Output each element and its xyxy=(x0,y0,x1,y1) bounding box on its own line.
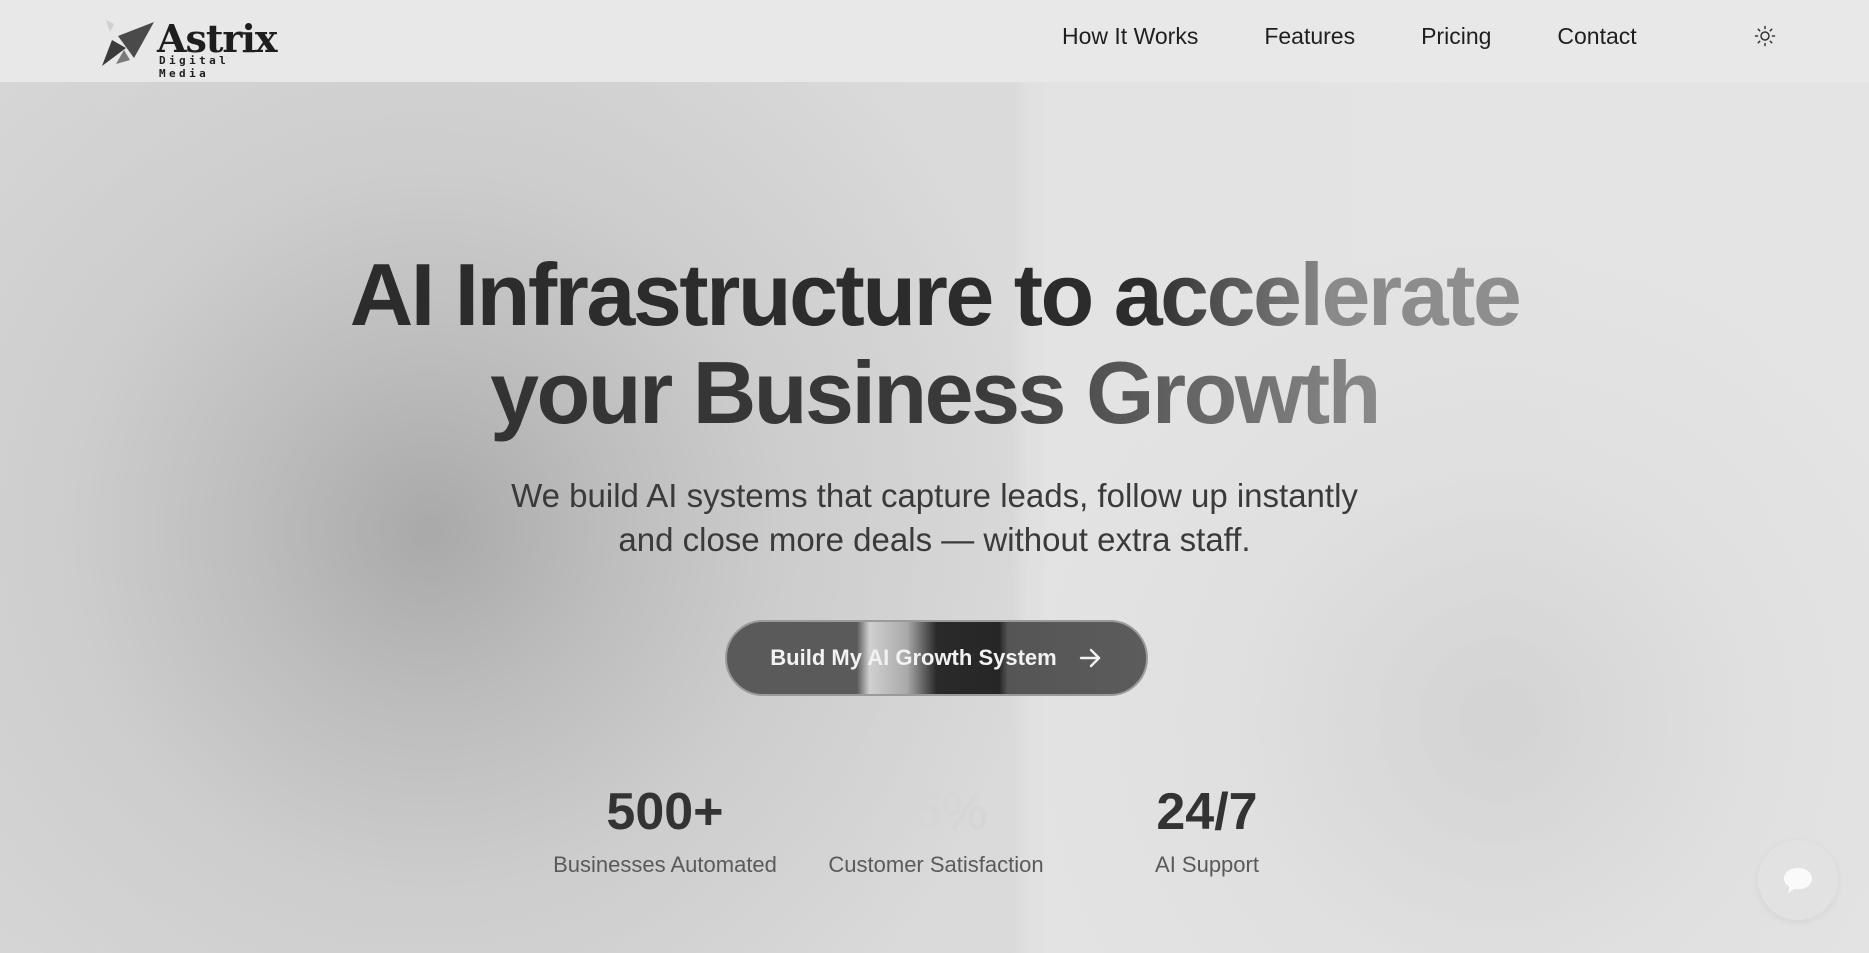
stat-ai-support: 24/7 AI Support xyxy=(1072,780,1342,880)
stat-label: Businesses Automated xyxy=(553,852,777,877)
theme-toggle-button[interactable] xyxy=(1753,24,1777,48)
stat-value: 95% xyxy=(883,783,989,841)
stat-label: AI Support xyxy=(1155,852,1259,877)
nav-contact[interactable]: Contact xyxy=(1557,20,1636,52)
hero-subtitle-line-2: and close more deals — without extra sta… xyxy=(618,521,1251,558)
build-ai-growth-system-button[interactable]: Build My AI Growth System xyxy=(725,620,1148,696)
cta-label: Build My AI Growth System xyxy=(770,645,1057,670)
stat-businesses-automated: 500+ Businesses Automated xyxy=(530,780,800,880)
logo-mark-icon xyxy=(102,20,154,66)
arrow-right-icon xyxy=(1079,648,1100,668)
hero-title: AI Infrastructure to accelerate your Bus… xyxy=(0,246,1869,442)
logo[interactable]: Astrix Digital Media xyxy=(100,16,280,80)
nav-how-it-works[interactable]: How It Works xyxy=(1062,20,1198,52)
hero-subtitle-line-1: We build AI systems that capture leads, … xyxy=(511,477,1358,514)
logo-tagline: Digital Media xyxy=(159,54,230,80)
hero-title-line-1: AI Infrastructure to accelerate xyxy=(349,245,1522,344)
stat-label: Customer Satisfaction xyxy=(828,852,1044,877)
site-header: Astrix Digital Media How It Works Featur… xyxy=(0,0,1869,82)
hero-title-line-2: your Business Growth xyxy=(490,343,1381,442)
stat-value: 24/7 xyxy=(1156,783,1258,841)
nav-pricing[interactable]: Pricing xyxy=(1421,20,1491,52)
nav-features[interactable]: Features xyxy=(1264,20,1355,52)
sun-icon xyxy=(1754,25,1776,47)
hero-subtitle: We build AI systems that capture leads, … xyxy=(0,474,1869,562)
chat-widget-button[interactable] xyxy=(1758,840,1838,920)
chat-bubble-icon xyxy=(1784,868,1812,893)
stat-customer-satisfaction: 95% Customer Satisfaction xyxy=(801,780,1071,880)
stat-value: 500+ xyxy=(606,783,724,841)
main-nav: How It Works Features Pricing Contact xyxy=(1062,20,1703,52)
